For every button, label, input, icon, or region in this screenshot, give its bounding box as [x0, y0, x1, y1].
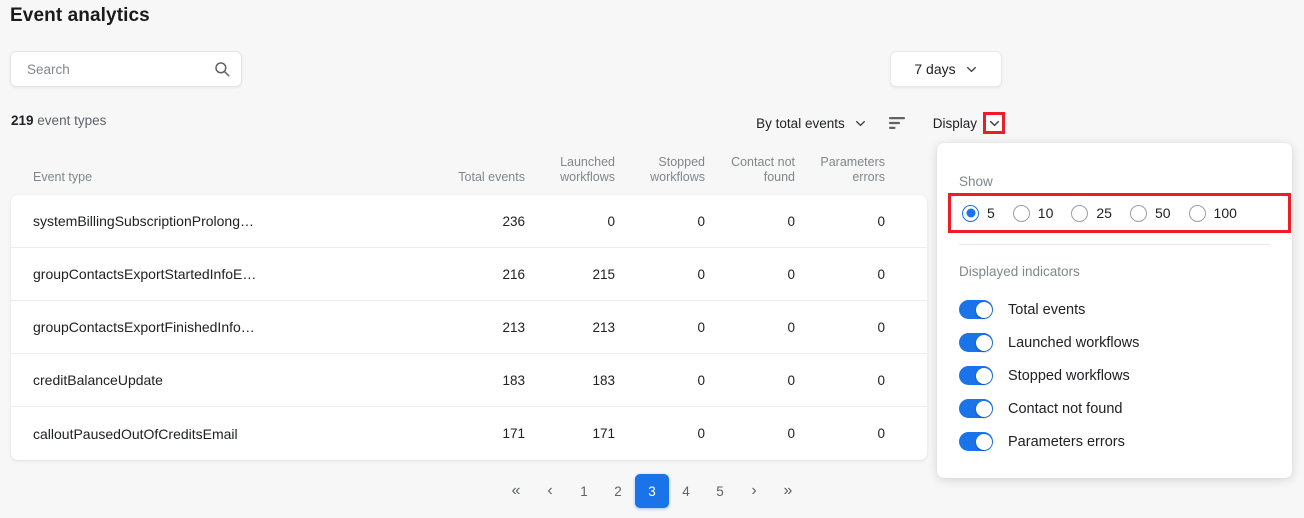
cell-launched-workflows: 213 — [592, 319, 615, 335]
cell-parameters-errors: 0 — [877, 319, 885, 335]
search-box[interactable] — [10, 51, 242, 87]
pagination-page-2[interactable]: 2 — [601, 474, 635, 508]
toggle-stopped-workflows[interactable]: Stopped workflows — [959, 359, 1270, 392]
displayed-indicators-label: Displayed indicators — [959, 264, 1080, 279]
table-row[interactable]: calloutPausedOutOfCreditsEmail 171 171 0… — [11, 407, 927, 460]
display-dropdown[interactable]: Display — [933, 112, 1005, 134]
display-settings-panel: Show 5 10 25 50 100 Displayed indicators… — [937, 143, 1292, 478]
column-header-parameters-errors: Parameters errors — [820, 155, 885, 184]
search-icon[interactable] — [213, 60, 231, 78]
show-option-100[interactable]: 100 — [1188, 204, 1237, 222]
cell-event-type: calloutPausedOutOfCreditsEmail — [33, 425, 238, 442]
show-option-10[interactable]: 10 — [1012, 204, 1053, 222]
sort-by-dropdown[interactable]: By total events — [756, 116, 867, 131]
sort-by-label: By total events — [756, 115, 845, 131]
show-option-50[interactable]: 50 — [1129, 204, 1171, 222]
table-header: Event type Total events Launched workflo… — [11, 143, 927, 193]
toggle-switch-on-icon[interactable] — [959, 333, 993, 352]
column-header-event-type: Event type — [33, 169, 93, 184]
cell-total-events: 171 — [502, 426, 525, 441]
toggle-switch-on-icon[interactable] — [959, 366, 993, 385]
event-table: systemBillingSubscriptionProlong… 236 0 … — [11, 195, 927, 460]
radio-icon[interactable] — [1071, 204, 1089, 222]
date-range-label: 7 days — [914, 61, 956, 77]
cell-launched-workflows: 171 — [592, 426, 615, 441]
pagination-page-4[interactable]: 4 — [669, 474, 703, 508]
cell-event-type: groupContactsExportFinishedInfo… — [33, 319, 255, 335]
cell-launched-workflows: 0 — [607, 213, 615, 229]
page-title: Event analytics — [10, 5, 150, 26]
cell-total-events: 236 — [502, 213, 525, 229]
display-label: Display — [932, 115, 977, 131]
event-types-count-label: event types — [37, 113, 107, 128]
show-section-label: Show — [959, 174, 993, 189]
column-header-launched-workflows: Launched workflows — [560, 155, 615, 184]
toggle-switch-on-icon[interactable] — [959, 399, 993, 418]
cell-stopped-workflows: 0 — [697, 426, 705, 441]
toggle-parameters-errors[interactable]: Parameters errors — [959, 425, 1270, 458]
radio-icon[interactable] — [1188, 204, 1206, 222]
cell-contact-not-found: 0 — [787, 319, 795, 335]
cell-contact-not-found: 0 — [787, 372, 795, 388]
pagination: « ‹ 1 2 3 4 5 › » — [0, 474, 1304, 508]
table-row[interactable]: creditBalanceUpdate 183 183 0 0 0 — [11, 354, 927, 407]
column-header-total-events: Total events — [458, 169, 525, 184]
cell-launched-workflows: 215 — [592, 266, 615, 282]
cell-contact-not-found: 0 — [787, 266, 795, 282]
table-row[interactable]: groupContactsExportFinishedInfo… 213 213… — [11, 301, 927, 354]
radio-icon[interactable] — [1012, 204, 1030, 222]
cell-stopped-workflows: 0 — [697, 319, 705, 335]
table-controls: By total events Display — [756, 112, 1005, 134]
radio-icon-checked[interactable] — [962, 204, 979, 222]
toggle-switch-on-icon[interactable] — [959, 300, 993, 319]
search-input[interactable] — [25, 60, 213, 78]
pagination-last-button[interactable]: » — [771, 474, 805, 508]
column-header-stopped-workflows: Stopped workflows — [650, 155, 705, 184]
cell-parameters-errors: 0 — [877, 426, 885, 441]
indicator-toggle-list: Total events Launched workflows Stopped … — [959, 293, 1270, 458]
cell-contact-not-found: 0 — [787, 213, 795, 229]
display-chevron-highlight[interactable] — [983, 112, 1005, 134]
sort-descending-icon[interactable] — [888, 114, 906, 132]
pagination-page-5[interactable]: 5 — [703, 474, 737, 508]
show-count-radio-group-highlight: 5 10 25 50 100 — [948, 193, 1291, 233]
show-option-25[interactable]: 25 — [1071, 204, 1112, 222]
cell-launched-workflows: 183 — [592, 372, 615, 388]
chevron-down-icon — [965, 63, 978, 76]
table-row[interactable]: systemBillingSubscriptionProlong… 236 0 … — [11, 195, 927, 248]
cell-event-type: systemBillingSubscriptionProlong… — [33, 213, 254, 229]
cell-event-type: groupContactsExportStartedInfoE… — [33, 266, 257, 282]
toggle-total-events[interactable]: Total events — [959, 293, 1270, 326]
cell-stopped-workflows: 0 — [697, 266, 705, 282]
toggle-launched-workflows[interactable]: Launched workflows — [959, 326, 1270, 359]
cell-parameters-errors: 0 — [877, 266, 885, 282]
toggle-switch-on-icon[interactable] — [959, 432, 993, 451]
date-range-dropdown[interactable]: 7 days — [890, 51, 1002, 87]
pagination-next-button[interactable]: › — [737, 474, 771, 508]
radio-icon[interactable] — [1129, 204, 1147, 222]
pagination-prev-button[interactable]: ‹ — [533, 474, 567, 508]
event-types-count-value: 219 — [11, 113, 34, 128]
cell-parameters-errors: 0 — [877, 372, 885, 388]
cell-event-type: creditBalanceUpdate — [33, 372, 163, 388]
show-option-5[interactable]: 5 — [962, 204, 995, 222]
cell-parameters-errors: 0 — [877, 213, 885, 229]
cell-total-events: 216 — [502, 266, 525, 282]
cell-stopped-workflows: 0 — [697, 372, 705, 388]
cell-total-events: 183 — [502, 372, 525, 388]
cell-stopped-workflows: 0 — [697, 213, 705, 229]
cell-contact-not-found: 0 — [787, 426, 795, 441]
event-types-count: 219 event types — [11, 113, 106, 128]
pagination-page-3[interactable]: 3 — [635, 474, 669, 508]
panel-divider — [959, 244, 1270, 245]
column-header-contact-not-found: Contact not found — [731, 155, 795, 184]
cell-total-events: 213 — [502, 319, 525, 335]
chevron-down-icon — [854, 117, 867, 130]
pagination-page-1[interactable]: 1 — [567, 474, 601, 508]
pagination-first-button[interactable]: « — [499, 474, 533, 508]
table-row[interactable]: groupContactsExportStartedInfoE… 216 215… — [11, 248, 927, 301]
toggle-contact-not-found[interactable]: Contact not found — [959, 392, 1270, 425]
